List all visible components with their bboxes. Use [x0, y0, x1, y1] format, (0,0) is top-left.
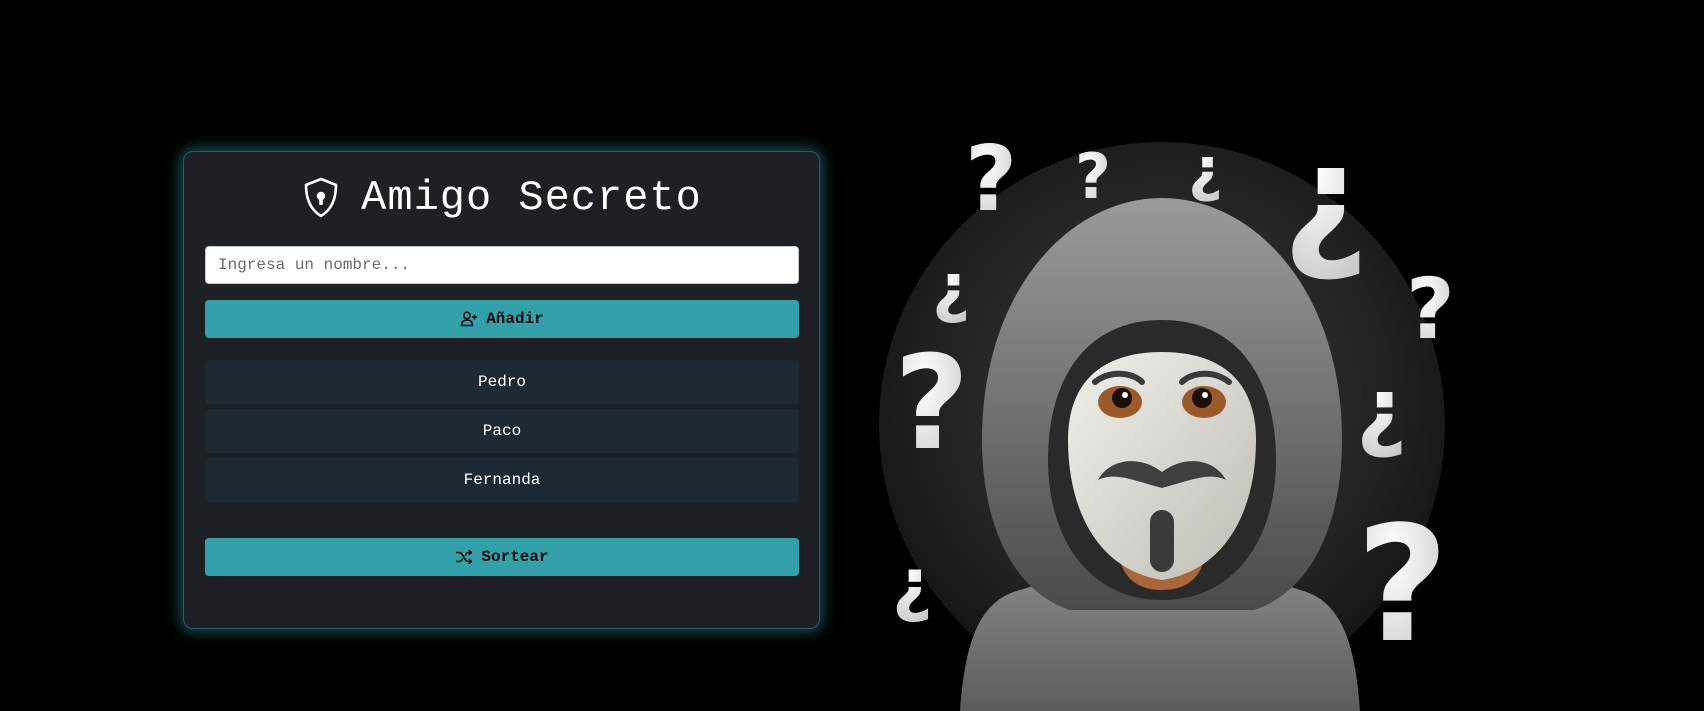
list-item: Fernanda: [205, 458, 799, 502]
svg-text:¿: ¿: [1356, 358, 1407, 461]
add-button-label: Añadir: [486, 310, 544, 328]
page: Amigo Secreto Añadir Pedro Paco Fernanda: [0, 0, 1704, 711]
page-title: Amigo Secreto: [361, 174, 702, 222]
svg-text:?: ?: [894, 327, 969, 479]
svg-text:¿: ¿: [932, 249, 970, 326]
add-button[interactable]: Añadir: [205, 300, 799, 338]
svg-text:?: ?: [1356, 491, 1449, 678]
svg-text:?: ?: [965, 127, 1017, 232]
svg-text:¿: ¿: [1282, 120, 1369, 286]
svg-text:¿: ¿: [1188, 135, 1223, 205]
name-input[interactable]: [205, 246, 799, 284]
list-item: Pedro: [205, 360, 799, 404]
svg-text:?: ?: [1075, 140, 1111, 213]
svg-text:¿: ¿: [892, 543, 933, 625]
hooded-figure-illustration: ? ? ¿ ¿ ¿ ? ? ¿ ? ¿: [870, 112, 1470, 711]
svg-text:?: ?: [1406, 260, 1455, 358]
draw-button[interactable]: Sortear: [205, 538, 799, 576]
draw-button-label: Sortear: [481, 548, 549, 566]
header: Amigo Secreto: [184, 170, 819, 226]
names-list: Pedro Paco Fernanda: [205, 360, 799, 507]
list-item: Paco: [205, 409, 799, 453]
secret-friend-card: Amigo Secreto Añadir Pedro Paco Fernanda: [183, 151, 820, 629]
shield-keyhole-icon: [301, 176, 341, 220]
shuffle-icon: [455, 548, 473, 566]
add-user-icon: [460, 310, 478, 328]
